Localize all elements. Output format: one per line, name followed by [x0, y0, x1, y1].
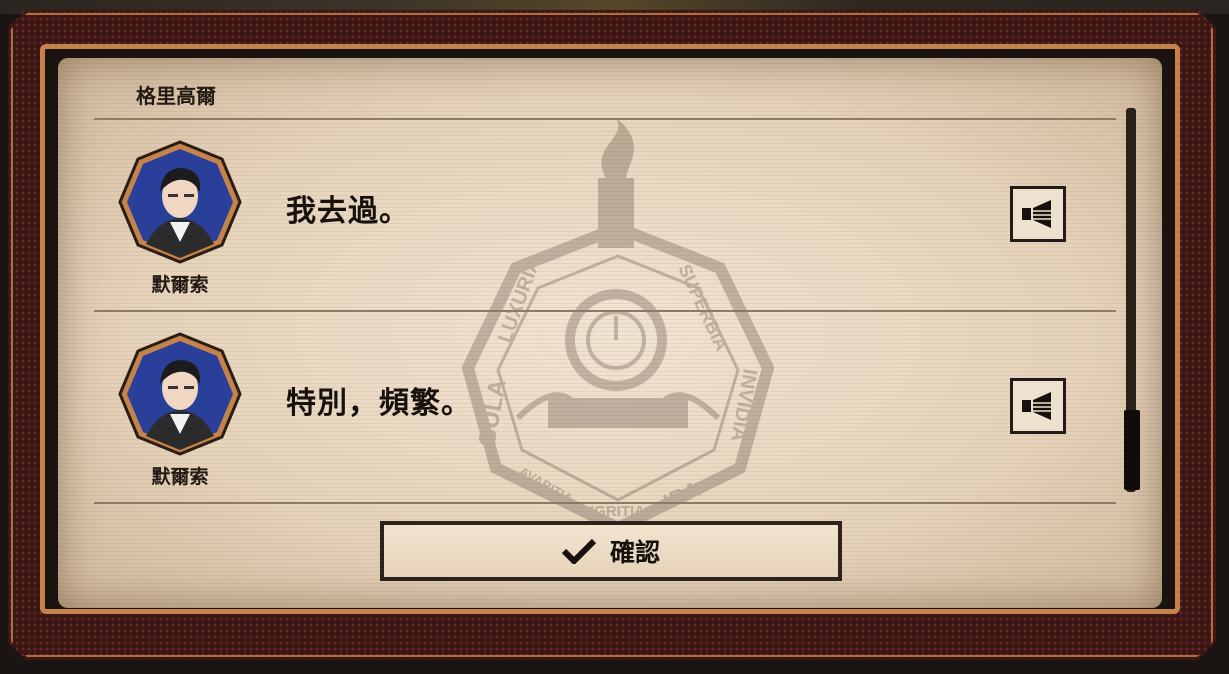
character-portrait — [118, 332, 242, 456]
dialog-entry: 默爾索 我去過。 — [58, 120, 1118, 310]
confirm-button[interactable]: 確認 — [380, 521, 842, 581]
speaker-name: 默爾索 — [151, 466, 209, 488]
voice-replay-button[interactable] — [1010, 378, 1066, 434]
dialog-entry: 默爾索 特別，頻繁。 — [58, 312, 1118, 502]
emblem-text: PIGRITIA — [580, 503, 645, 520]
checkmark-icon — [561, 538, 596, 564]
dialog-line: 特別，頻繁。 — [286, 386, 472, 421]
scrollbar-thumb[interactable] — [1124, 410, 1140, 490]
dialog-log-panel[interactable]: LUXURIA GULA SUPERBIA INVIDIA AVARITIA P… — [58, 58, 1162, 608]
divider — [94, 502, 1116, 504]
speaker-icon — [1022, 392, 1051, 420]
speaker-name: 默爾索 — [151, 274, 209, 296]
voice-replay-button[interactable] — [1010, 186, 1066, 242]
confirm-label: 確認 — [609, 538, 660, 567]
previous-speaker-name: 格里高爾 — [136, 84, 216, 108]
speaker-icon — [1022, 200, 1051, 228]
dialog-line: 我去過。 — [286, 194, 410, 229]
character-portrait — [118, 140, 242, 264]
